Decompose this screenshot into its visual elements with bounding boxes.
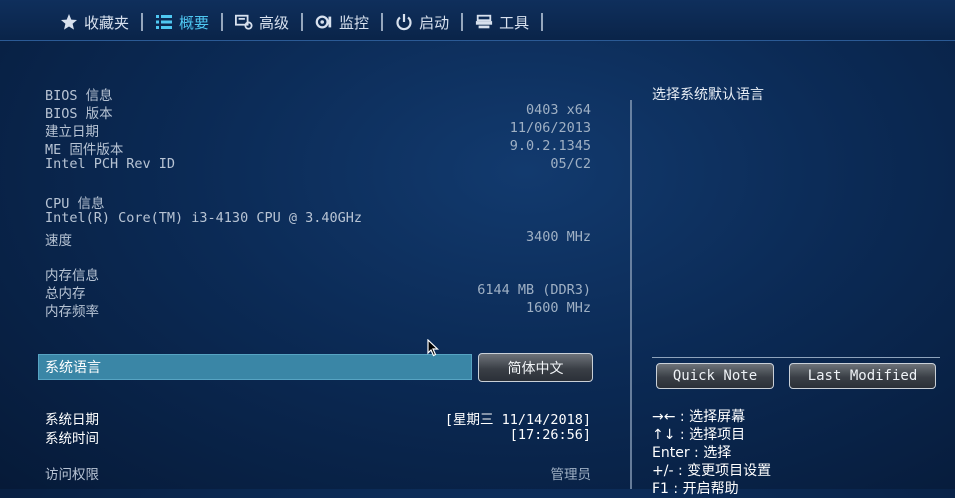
cpu-speed-value: 3400 MHz (525, 229, 591, 245)
tab-advanced[interactable]: 高级 (223, 10, 301, 34)
tool-icon (475, 13, 493, 31)
list-icon (155, 13, 173, 31)
tab-overview[interactable]: 概要 (143, 10, 221, 34)
bios-info-header: BIOS 信息 (45, 88, 113, 104)
tab-label: 启动 (419, 13, 450, 32)
cpu-info-header-row: CPU 信息 (45, 192, 591, 212)
key-hint: F1 : 开启帮助 (652, 481, 739, 497)
key-hint: →← : 选择屏幕 (652, 409, 746, 425)
me-firmware-label: ME 固件版本 (45, 142, 124, 158)
tab-label: 高级 (259, 13, 290, 32)
total-memory-row: 总内存 6144 MB (DDR3) (45, 282, 591, 302)
memory-info-header: 内存信息 (45, 268, 99, 284)
help-divider (652, 357, 940, 358)
tab-boot[interactable]: 启动 (383, 10, 461, 34)
build-date-row: 建立日期 11/06/2013 (45, 120, 591, 140)
tab-tools[interactable]: 工具 (463, 10, 541, 34)
tab-separator (221, 13, 224, 31)
bios-info-header-row: BIOS 信息 (45, 84, 591, 104)
system-time-label: 系统时间 (45, 431, 99, 447)
monitor-fan-icon (315, 13, 333, 31)
panel-divider (630, 100, 632, 489)
tab-list: 收藏夹 概要 高级 监控 启动 工具 (48, 10, 544, 34)
tab-label: 收藏夹 (84, 13, 130, 32)
system-date-label: 系统日期 (45, 412, 99, 428)
key-hint: +/- : 变更项目设置 (652, 463, 772, 479)
tab-separator (301, 13, 304, 31)
cpu-info-header: CPU 信息 (45, 196, 105, 212)
build-date-label: 建立日期 (45, 124, 99, 140)
tab-favorites[interactable]: 收藏夹 (48, 10, 141, 34)
total-memory-label: 总内存 (45, 286, 86, 302)
system-date-value[interactable]: [星期三 11/14/2018] (445, 408, 591, 428)
tab-label: 概要 (179, 13, 210, 32)
star-icon (60, 13, 78, 31)
access-level-row: 访问权限 管理员 (45, 463, 592, 483)
tab-separator (381, 13, 384, 31)
pch-rev-label: Intel PCH Rev ID (45, 156, 176, 172)
system-date-row[interactable]: 系统日期 [星期三 11/14/2018] (45, 408, 591, 428)
bios-version-label: BIOS 版本 (45, 106, 113, 122)
mouse-cursor-icon (427, 338, 440, 361)
pch-rev-row: Intel PCH Rev ID 05/C2 (45, 156, 591, 174)
tab-label: 监控 (339, 13, 370, 32)
tab-separator (541, 13, 544, 31)
pch-rev-value: 05/C2 (550, 156, 591, 172)
system-language-row[interactable]: 系统语言 (38, 354, 472, 380)
advanced-icon (235, 13, 253, 31)
key-hint: ↑↓ : 选择项目 (652, 427, 746, 443)
bios-version-row: BIOS 版本 0403 x64 (45, 102, 591, 122)
memory-frequency-label: 内存频率 (45, 304, 99, 320)
top-navigation-bar: 收藏夹 概要 高级 监控 启动 工具 (0, 0, 955, 41)
memory-frequency-value: 1600 MHz (525, 300, 591, 316)
memory-info-header-row: 内存信息 (45, 264, 591, 284)
key-hint: Enter : 选择 (652, 445, 732, 461)
total-memory-value: 6144 MB (DDR3) (477, 282, 591, 298)
quick-note-button[interactable]: Quick Note (656, 363, 774, 389)
me-firmware-row: ME 固件版本 9.0.2.1345 (45, 138, 591, 158)
help-description: 选择系统默认语言 (652, 87, 764, 103)
power-icon (395, 13, 413, 31)
main-info-panel: BIOS 信息 BIOS 版本 0403 x64 建立日期 11/06/2013… (0, 40, 630, 489)
tab-monitor[interactable]: 监控 (303, 10, 381, 34)
system-time-row[interactable]: 系统时间 [17:26:56] (45, 427, 591, 447)
key-legend: →← : 选择屏幕 ↑↓ : 选择项目 Enter : 选择 +/- : 变更项… (652, 408, 771, 498)
build-date-value: 11/06/2013 (509, 120, 591, 136)
system-language-label: 系统语言 (45, 360, 101, 376)
tab-separator (461, 13, 464, 31)
me-firmware-value: 9.0.2.1345 (509, 138, 591, 154)
system-time-value[interactable]: [17:26:56] (510, 427, 591, 443)
bios-version-value: 0403 x64 (525, 102, 591, 118)
tab-label: 工具 (499, 13, 530, 32)
cpu-model-row: Intel(R) Core(TM) i3-4130 CPU @ 3.40GHz (45, 210, 591, 228)
access-level-value: 管理员 (550, 467, 592, 483)
language-select-button[interactable]: 简体中文 (478, 353, 593, 382)
access-level-label: 访问权限 (45, 467, 99, 483)
cpu-speed-row: 速度 3400 MHz (45, 229, 591, 249)
cpu-model: Intel(R) Core(TM) i3-4130 CPU @ 3.40GHz (45, 210, 362, 226)
cpu-speed-label: 速度 (45, 233, 72, 249)
last-modified-button[interactable]: Last Modified (789, 363, 936, 389)
tab-separator (141, 13, 144, 31)
memory-frequency-row: 内存频率 1600 MHz (45, 300, 591, 320)
